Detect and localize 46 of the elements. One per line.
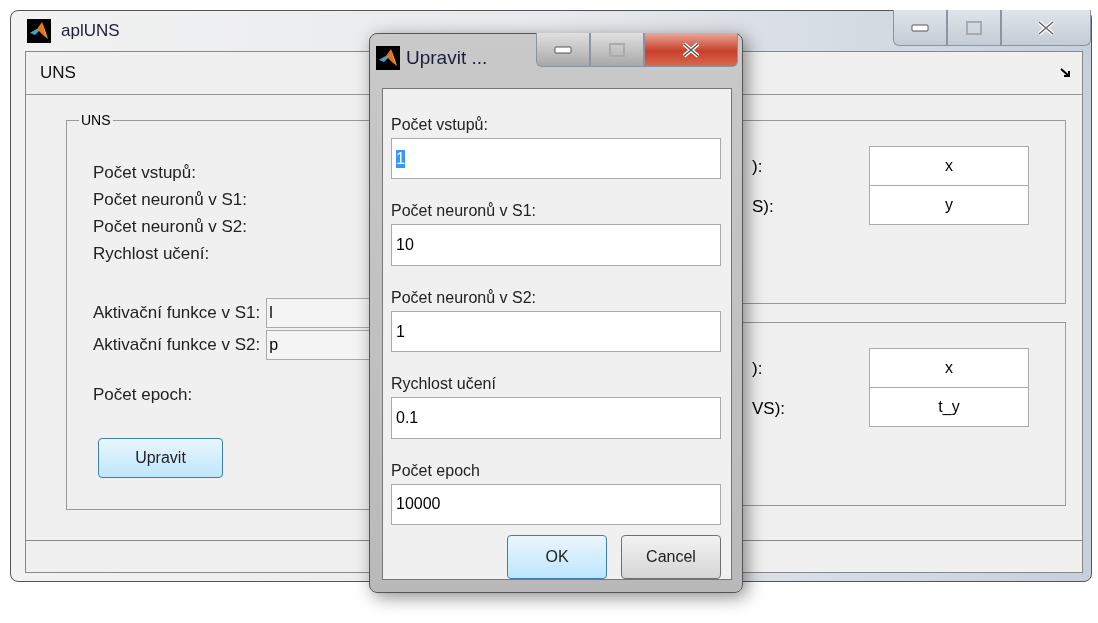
minimize-button[interactable] [893, 10, 947, 46]
minimize-icon [911, 23, 929, 32]
app-logo-icon [376, 46, 400, 70]
field-label: Počet vstupů: [391, 115, 489, 135]
field-label: Počet vstupů: [93, 162, 196, 183]
group-title: UNS [79, 112, 113, 128]
field-label: ): [752, 156, 764, 178]
app-logo-icon [27, 19, 51, 43]
ok-button[interactable]: OK [507, 535, 607, 580]
minimize-button[interactable] [536, 33, 590, 67]
close-icon [680, 41, 702, 58]
input-field[interactable]: 10 [391, 224, 721, 266]
close-icon [1035, 19, 1057, 36]
input-field[interactable]: 1 [391, 310, 721, 353]
minimize-icon [554, 45, 572, 54]
window-title: Upravit ... [406, 47, 488, 69]
field-label: Počet neuronů v S2: [391, 287, 537, 308]
input-field[interactable]: x [869, 146, 1029, 186]
maximize-icon [966, 20, 982, 35]
edit-button[interactable]: Upravit [98, 438, 223, 478]
field-label: Počet neuronů v S1: [93, 189, 248, 210]
cancel-button[interactable]: Cancel [621, 535, 721, 580]
close-button[interactable] [644, 33, 738, 67]
maximize-button[interactable] [947, 10, 1001, 46]
input-field[interactable]: t_y [869, 387, 1029, 427]
input-field[interactable]: 10000 [391, 483, 721, 526]
field-label: Počet epoch [391, 460, 481, 481]
input-field[interactable]: 0.1 [391, 397, 721, 439]
field-label: Počet neuronů v S1: [391, 201, 537, 222]
field-label: Rychlost učení [391, 374, 497, 395]
field-label: Počet epoch: [93, 384, 193, 405]
maximize-button[interactable] [590, 33, 644, 67]
field-label: Aktivační funkce v S1: [93, 303, 261, 323]
input-field[interactable]: y [869, 185, 1029, 225]
field-label: Rychlost učení: [93, 243, 210, 264]
field-label: VS): [752, 398, 787, 420]
field-label: ): [752, 358, 764, 380]
input-field[interactable]: x [869, 348, 1029, 388]
close-button[interactable] [1001, 10, 1091, 46]
arrow-icon[interactable] [1060, 68, 1072, 78]
field-label: Aktivační funkce v S2: [93, 335, 261, 355]
maximize-icon [609, 42, 625, 57]
menu-item[interactable]: UNS [40, 63, 76, 83]
window-title: aplUNS [61, 21, 120, 41]
field-label: S): [752, 196, 775, 218]
field-label: Počet neuronů v S2: [93, 216, 248, 237]
